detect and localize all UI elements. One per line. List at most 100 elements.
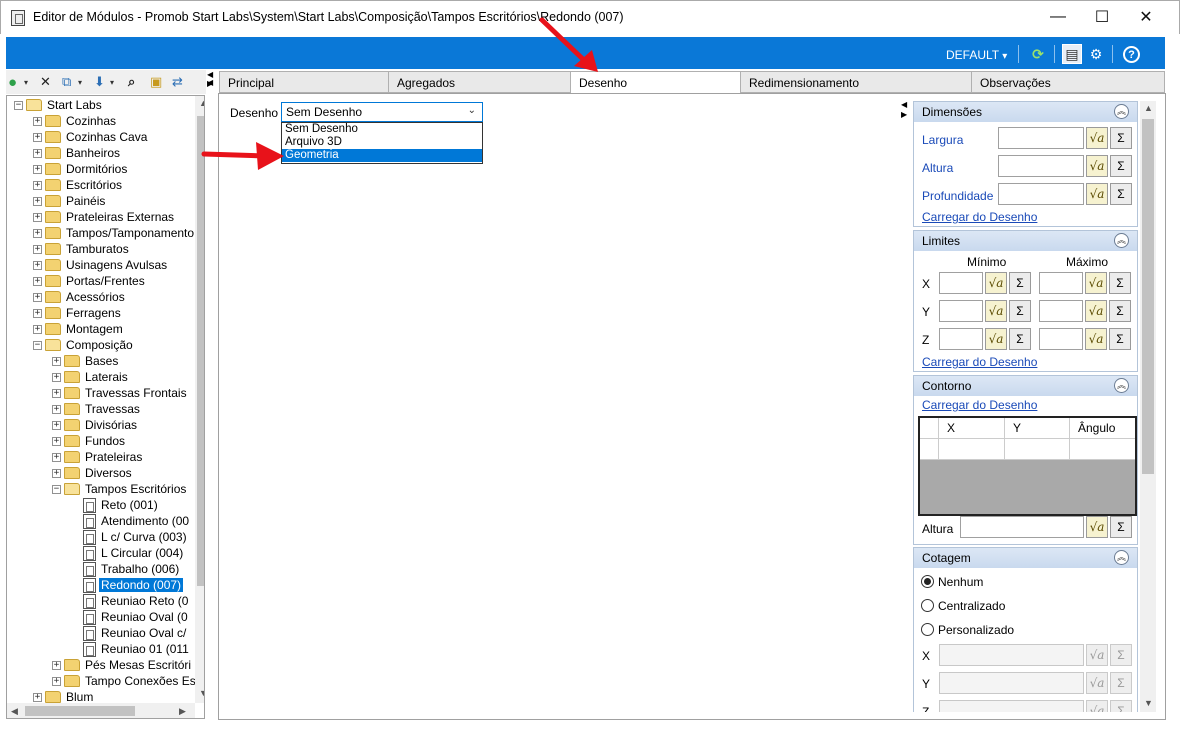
radio-centralizado[interactable] [921, 599, 934, 612]
tab-observacoes[interactable]: Observações [971, 71, 1165, 93]
sum-button[interactable]: Σ [1009, 300, 1031, 322]
sum-button[interactable]: Σ [1110, 644, 1132, 666]
add-icon[interactable]: ● [8, 73, 17, 91]
panel-layout-icon[interactable]: ▤ [1062, 44, 1082, 64]
carregar-desenho-link[interactable]: Carregar do Desenho [922, 398, 1037, 412]
properties-scrollbar[interactable]: ▲ ▼ [1140, 101, 1156, 712]
sync-icon[interactable]: ⇄ [172, 73, 183, 91]
tree-item[interactable]: + Travessas [52, 401, 142, 417]
contorno-header[interactable]: Contorno ︽ [914, 376, 1137, 396]
tree-item[interactable]: + Tamburatos [33, 241, 131, 257]
refresh-icon[interactable]: ⟳ [1028, 44, 1048, 64]
sum-button[interactable]: Σ [1110, 672, 1132, 694]
tree-item[interactable]: + Fundos [52, 433, 127, 449]
expand-icon[interactable]: + [52, 436, 61, 446]
sum-button[interactable]: Σ [1110, 127, 1132, 149]
contorno-altura-input[interactable] [960, 516, 1084, 538]
tree-item[interactable]: Reto (001) [71, 497, 160, 513]
tree-item[interactable]: − Composição [33, 337, 135, 353]
tree-item[interactable]: + Bases [52, 353, 120, 369]
tree-item[interactable]: + Laterais [52, 369, 130, 385]
grid-cell[interactable] [939, 439, 1005, 460]
tab-principal[interactable]: Principal [219, 71, 389, 93]
expand-icon[interactable]: + [33, 132, 42, 142]
tree-horizontal-scrollbar[interactable]: ◀ ▶ [7, 703, 195, 718]
collapse-icon[interactable]: ︽ [1114, 233, 1129, 248]
splitter-arrow-icon[interactable]: ▶ [207, 79, 213, 88]
carregar-desenho-link[interactable]: Carregar do Desenho [922, 355, 1037, 369]
chevron-down-icon[interactable]: ▾ [78, 73, 82, 91]
sum-button[interactable]: Σ [1109, 328, 1131, 350]
expand-icon[interactable]: + [52, 372, 61, 382]
expand-icon[interactable]: + [33, 116, 42, 126]
chevron-down-icon[interactable]: ▾ [110, 73, 114, 91]
altura-label[interactable]: Altura [922, 161, 953, 175]
minimize-button[interactable]: — [1035, 1, 1081, 33]
tab-agregados[interactable]: Agregados [388, 71, 571, 93]
limite-z-min-input[interactable] [939, 328, 983, 350]
tab-desenho[interactable]: Desenho [570, 71, 741, 94]
expand-icon[interactable]: + [52, 676, 61, 686]
altura-input[interactable] [998, 155, 1084, 177]
collapse-tree-icon[interactable]: − [14, 100, 23, 110]
largura-input[interactable] [998, 127, 1084, 149]
dropdown-option-arquivo-3d[interactable]: Arquivo 3D [282, 136, 482, 149]
tree-item[interactable]: + Acessórios [33, 289, 127, 305]
tree-item[interactable]: + Diversos [52, 465, 134, 481]
expand-icon[interactable]: + [33, 308, 42, 318]
sum-button[interactable]: Σ [1110, 183, 1132, 205]
formula-button[interactable]: √a [1086, 516, 1108, 538]
tree-item[interactable]: + Painéis [33, 193, 107, 209]
splitter-arrow-icon[interactable]: ◀ [901, 100, 907, 109]
scroll-down-icon[interactable]: ▼ [1144, 698, 1153, 708]
collapse-tree-icon[interactable]: − [33, 340, 42, 350]
desenho-select[interactable]: Sem Desenho ⌄ [281, 102, 483, 122]
expand-icon[interactable]: + [33, 260, 42, 270]
dimensoes-header[interactable]: Dimensões ︽ [914, 102, 1137, 122]
limite-y-min-input[interactable] [939, 300, 983, 322]
expand-icon[interactable]: + [33, 180, 42, 190]
scrollbar-thumb[interactable] [197, 116, 204, 586]
tree-item[interactable]: + Prateleiras [52, 449, 144, 465]
tree-item[interactable]: Reuniao Oval (0 [71, 609, 190, 625]
radio-personalizado-label[interactable]: Personalizado [938, 623, 1014, 637]
limites-header[interactable]: Limites ︽ [914, 231, 1137, 251]
limite-x-max-input[interactable] [1039, 272, 1083, 294]
tree-item[interactable]: + Ferragens [33, 305, 123, 321]
sum-button[interactable]: Σ [1109, 300, 1131, 322]
formula-button[interactable]: √a [1086, 644, 1108, 666]
cotagem-x-input[interactable] [939, 644, 1084, 666]
sum-button[interactable]: Σ [1110, 700, 1132, 712]
tree-item[interactable]: Redondo (007) [71, 577, 184, 593]
formula-button[interactable]: √a [1085, 328, 1107, 350]
tab-redimensionamento[interactable]: Redimensionamento [740, 71, 972, 93]
tree-item[interactable]: + Cozinhas Cava [33, 129, 149, 145]
expand-icon[interactable]: + [33, 692, 42, 702]
find-icon[interactable]: ⌕ [128, 73, 135, 91]
dropdown-option-geometria[interactable]: Geometria [282, 149, 482, 162]
tree-item[interactable]: + Pés Mesas Escritóri [52, 657, 193, 673]
scrollbar-thumb[interactable] [25, 706, 135, 716]
tree-item[interactable]: + Tampos/Tamponamento [33, 225, 196, 241]
collapse-tree-icon[interactable]: − [52, 484, 61, 494]
sum-button[interactable]: Σ [1110, 516, 1132, 538]
formula-button[interactable]: √a [1085, 272, 1107, 294]
scroll-up-icon[interactable]: ▲ [199, 98, 204, 108]
formula-button[interactable]: √a [985, 272, 1007, 294]
profile-dropdown[interactable]: DEFAULT ▾ [946, 48, 1007, 62]
tree-item[interactable]: + Cozinhas [33, 113, 118, 129]
radio-nenhum-label[interactable]: Nenhum [938, 575, 983, 589]
grid-column-x[interactable]: X [939, 418, 1005, 439]
expand-icon[interactable]: + [52, 404, 61, 414]
tree-item[interactable]: − Tampos Escritórios [52, 481, 188, 497]
radio-personalizado[interactable] [921, 623, 934, 636]
collapse-icon[interactable]: ︽ [1114, 104, 1129, 119]
chevron-down-icon[interactable]: ▾ [24, 73, 28, 91]
splitter-arrow-icon[interactable]: ▶ [901, 110, 907, 119]
formula-button[interactable]: √a [1086, 155, 1108, 177]
expand-icon[interactable]: + [33, 292, 42, 302]
tree-item[interactable]: Trabalho (006) [71, 561, 181, 577]
sum-button[interactable]: Σ [1110, 155, 1132, 177]
profundidade-input[interactable] [998, 183, 1084, 205]
tree-item[interactable]: + Montagem [33, 321, 125, 337]
